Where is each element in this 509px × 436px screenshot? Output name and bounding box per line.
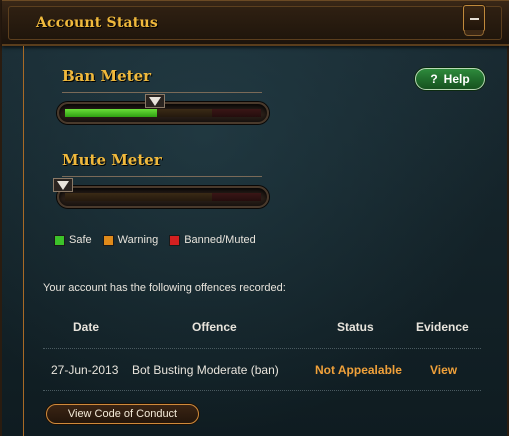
mute-meter-rule <box>62 176 262 177</box>
ban-meter-title: Ban Meter <box>62 67 152 85</box>
mute-meter-title: Mute Meter <box>62 151 162 169</box>
evidence-view-link[interactable]: View <box>430 363 457 377</box>
panel-title: Account Status <box>36 15 158 31</box>
mute-meter-warning-zone <box>65 193 212 201</box>
legend-swatch-banned <box>169 234 181 246</box>
offence-name: Bot Busting Moderate (ban) <box>132 363 279 377</box>
ban-meter-marker-icon <box>145 94 165 108</box>
offence-date: 27-Jun-2013 <box>51 363 119 377</box>
view-code-of-conduct-button[interactable]: View Code of Conduct <box>46 404 199 424</box>
legend-swatch-safe <box>54 234 65 246</box>
left-rule <box>23 46 24 436</box>
column-header-evidence: Evidence <box>416 320 469 334</box>
legend-item-warning: Warning <box>102 234 159 246</box>
help-button[interactable]: ? Help <box>415 68 485 90</box>
question-icon: ? <box>430 72 438 86</box>
column-header-date: Date <box>73 320 100 334</box>
legend-label-safe: Safe <box>69 234 92 246</box>
header-ornament <box>464 30 484 36</box>
column-header-status: Status <box>337 320 374 334</box>
legend-item-banned: Banned/Muted <box>169 234 256 246</box>
ban-meter-rule <box>62 92 262 93</box>
account-status-panel: Account Status Ban Meter Mute Meter ? He… <box>0 0 509 436</box>
ban-meter-banned-zone <box>212 109 261 117</box>
legend-swatch-warning <box>102 234 114 246</box>
offences-intro: Your account has the following offences … <box>43 282 286 294</box>
mute-meter-marker-icon <box>53 178 73 192</box>
ban-meter-warning-zone <box>157 109 212 117</box>
offence-status: Not Appealable <box>315 363 402 377</box>
mute-meter-track <box>57 186 269 208</box>
ban-meter-fill <box>65 109 157 117</box>
legend-item-safe: Safe <box>54 234 92 246</box>
help-button-label: Help <box>443 72 470 86</box>
table-row-divider <box>43 390 481 391</box>
meter-legend: Safe Warning Banned/Muted <box>54 234 267 246</box>
table-header-divider <box>43 348 481 349</box>
collapse-button[interactable] <box>463 5 485 32</box>
column-header-offence: Offence <box>192 320 237 334</box>
legend-label-warning: Warning <box>117 234 159 246</box>
mute-meter-muted-zone <box>212 193 261 201</box>
minus-icon <box>470 18 479 20</box>
legend-label-banned: Banned/Muted <box>184 234 256 246</box>
panel-header: Account Status <box>2 0 509 46</box>
